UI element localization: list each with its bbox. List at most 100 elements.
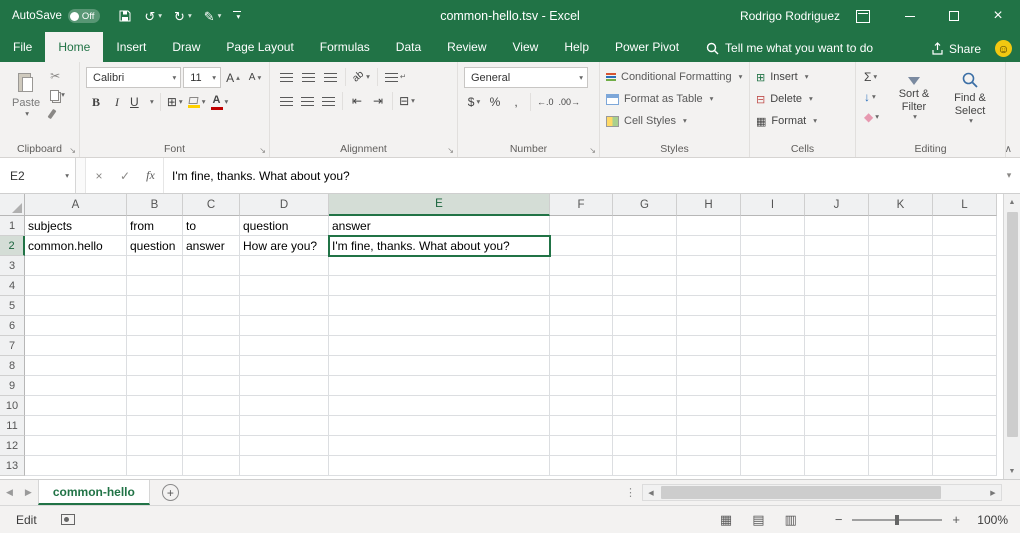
scroll-right-button[interactable]: ▶ bbox=[985, 489, 1001, 497]
cell-H6[interactable] bbox=[677, 316, 741, 336]
cell-G10[interactable] bbox=[613, 396, 677, 416]
cell-L9[interactable] bbox=[933, 376, 997, 396]
scroll-up-button[interactable]: ▲ bbox=[1004, 194, 1020, 210]
bold-button[interactable]: B bbox=[86, 92, 106, 112]
cell-I12[interactable] bbox=[741, 436, 805, 456]
format-as-table-button[interactable]: Format as Table▾ bbox=[606, 89, 745, 109]
redo-button[interactable]: ↻▾ bbox=[170, 8, 196, 25]
cell-K1[interactable] bbox=[869, 216, 933, 236]
column-header-B[interactable]: B bbox=[127, 194, 183, 216]
decrease-decimal-button[interactable]: .00→ bbox=[557, 92, 583, 112]
zoom-slider-thumb[interactable] bbox=[895, 515, 899, 525]
cell-E2[interactable]: I'm fine, thanks. What about you? bbox=[329, 236, 550, 256]
cell-I10[interactable] bbox=[741, 396, 805, 416]
borders-button[interactable]: ⊞▾ bbox=[165, 92, 185, 112]
cell-A7[interactable] bbox=[25, 336, 127, 356]
cell-F13[interactable] bbox=[550, 456, 613, 476]
cell-D2[interactable]: How are you? bbox=[240, 236, 329, 256]
cell-L12[interactable] bbox=[933, 436, 997, 456]
font-size-select[interactable]: 11▾ bbox=[183, 67, 221, 88]
cell-D4[interactable] bbox=[240, 276, 329, 296]
cell-L5[interactable] bbox=[933, 296, 997, 316]
align-bottom-button[interactable] bbox=[320, 67, 340, 87]
increase-font-size-button[interactable]: A▴ bbox=[223, 68, 243, 88]
undo-button[interactable]: ↺▾ bbox=[140, 8, 166, 25]
cell-H5[interactable] bbox=[677, 296, 741, 316]
name-box[interactable]: E2▾ bbox=[0, 158, 76, 193]
align-left-button[interactable] bbox=[276, 91, 296, 111]
zoom-in-button[interactable]: + bbox=[946, 512, 966, 527]
cell-styles-button[interactable]: Cell Styles▾ bbox=[606, 111, 745, 131]
column-header-G[interactable]: G bbox=[613, 194, 677, 216]
cell-E12[interactable] bbox=[329, 436, 550, 456]
tab-insert[interactable]: Insert bbox=[103, 32, 159, 62]
cell-B8[interactable] bbox=[127, 356, 183, 376]
cell-D11[interactable] bbox=[240, 416, 329, 436]
row-header-1[interactable]: 1 bbox=[0, 216, 25, 236]
vertical-scrollbar-thumb[interactable] bbox=[1007, 212, 1018, 437]
row-header-11[interactable]: 11 bbox=[0, 416, 25, 436]
increase-decimal-button[interactable]: ←.0 bbox=[535, 92, 556, 112]
cell-C3[interactable] bbox=[183, 256, 240, 276]
cell-E8[interactable] bbox=[329, 356, 550, 376]
cell-G1[interactable] bbox=[613, 216, 677, 236]
sort-filter-button[interactable]: Sort & Filter ▾ bbox=[886, 71, 942, 123]
row-header-8[interactable]: 8 bbox=[0, 356, 25, 376]
cell-G2[interactable] bbox=[613, 236, 677, 256]
conditional-formatting-button[interactable]: Conditional Formatting▾ bbox=[606, 67, 745, 87]
minimize-button[interactable] bbox=[888, 0, 932, 32]
cell-I7[interactable] bbox=[741, 336, 805, 356]
save-button[interactable] bbox=[114, 7, 136, 25]
cell-E10[interactable] bbox=[329, 396, 550, 416]
align-top-button[interactable] bbox=[276, 67, 296, 87]
scroll-left-button[interactable]: ◀ bbox=[643, 489, 659, 497]
clipboard-dialog-launcher[interactable]: ↘ bbox=[69, 146, 76, 155]
align-center-button[interactable] bbox=[297, 91, 317, 111]
cell-G5[interactable] bbox=[613, 296, 677, 316]
cell-L6[interactable] bbox=[933, 316, 997, 336]
cell-H12[interactable] bbox=[677, 436, 741, 456]
cell-A3[interactable] bbox=[25, 256, 127, 276]
cell-A8[interactable] bbox=[25, 356, 127, 376]
cell-B6[interactable] bbox=[127, 316, 183, 336]
row-header-6[interactable]: 6 bbox=[0, 316, 25, 336]
cell-G9[interactable] bbox=[613, 376, 677, 396]
cut-button[interactable]: ✂ bbox=[48, 67, 68, 85]
cell-E3[interactable] bbox=[329, 256, 550, 276]
cell-C11[interactable] bbox=[183, 416, 240, 436]
cell-F10[interactable] bbox=[550, 396, 613, 416]
tab-data[interactable]: Data bbox=[383, 32, 434, 62]
cell-D3[interactable] bbox=[240, 256, 329, 276]
font-name-select[interactable]: Calibri▾ bbox=[86, 67, 181, 88]
scroll-down-button[interactable]: ▼ bbox=[1004, 463, 1020, 479]
tab-file[interactable]: File bbox=[0, 32, 45, 62]
cell-C2[interactable]: answer bbox=[183, 236, 240, 256]
merge-center-button[interactable]: ⊟▾ bbox=[397, 91, 417, 111]
cell-I11[interactable] bbox=[741, 416, 805, 436]
cell-C13[interactable] bbox=[183, 456, 240, 476]
column-header-L[interactable]: L bbox=[933, 194, 997, 216]
formula-input[interactable]: I'm fine, thanks. What about you? bbox=[164, 158, 998, 193]
cell-F3[interactable] bbox=[550, 256, 613, 276]
page-layout-view-button[interactable]: ▤ bbox=[744, 510, 772, 530]
zoom-percentage[interactable]: 100% bbox=[970, 513, 1008, 527]
cell-F11[interactable] bbox=[550, 416, 613, 436]
ribbon-display-options-button[interactable] bbox=[856, 10, 870, 23]
number-dialog-launcher[interactable]: ↘ bbox=[589, 146, 596, 155]
cell-A10[interactable] bbox=[25, 396, 127, 416]
new-sheet-button[interactable]: + bbox=[162, 484, 179, 501]
cell-I13[interactable] bbox=[741, 456, 805, 476]
tab-help[interactable]: Help bbox=[551, 32, 602, 62]
select-all-button[interactable] bbox=[0, 194, 25, 216]
cell-L3[interactable] bbox=[933, 256, 997, 276]
clear-button[interactable]: ◆▾ bbox=[862, 107, 882, 126]
column-header-J[interactable]: J bbox=[805, 194, 869, 216]
cell-B13[interactable] bbox=[127, 456, 183, 476]
row-header-4[interactable]: 4 bbox=[0, 276, 25, 296]
horizontal-scrollbar[interactable]: ◀ ▶ bbox=[642, 484, 1002, 501]
font-color-button[interactable]: A▾ bbox=[209, 92, 231, 112]
fill-button[interactable]: ↓▾ bbox=[862, 87, 882, 106]
vertical-scrollbar[interactable]: ▲ ▼ bbox=[1003, 194, 1020, 479]
orientation-button[interactable]: ab▾ bbox=[351, 67, 372, 87]
cell-K11[interactable] bbox=[869, 416, 933, 436]
